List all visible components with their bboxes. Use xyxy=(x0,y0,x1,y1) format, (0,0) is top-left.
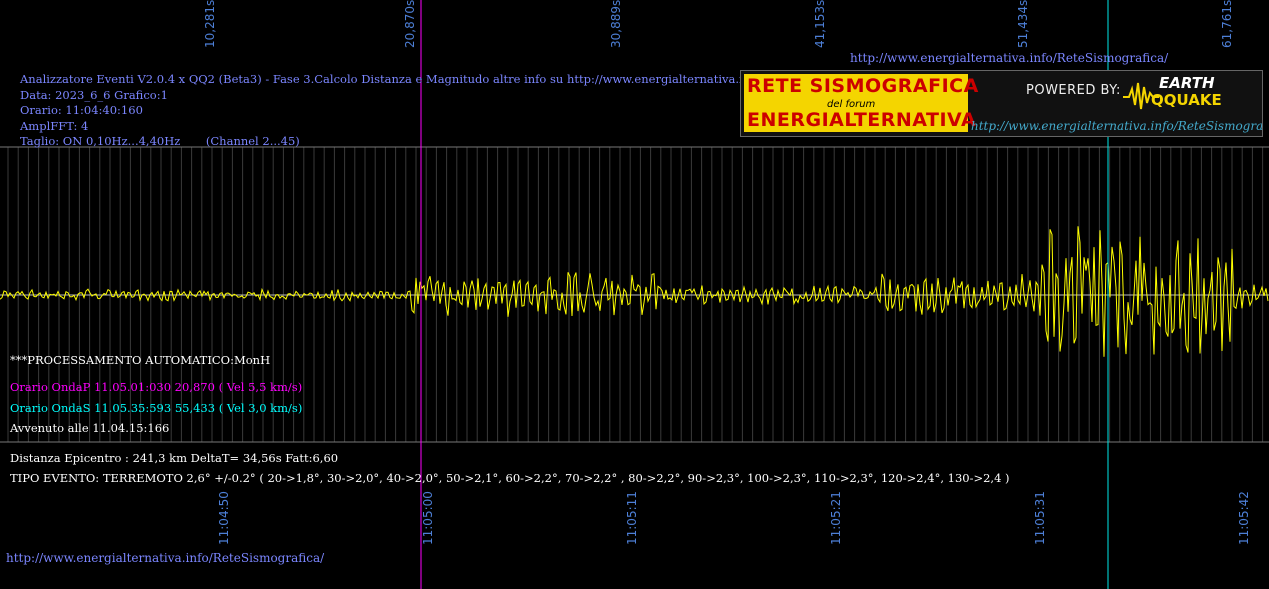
rete-sismografica-logo: RETE SISMOGRAFICA del forum ENERGIALTERN… xyxy=(740,70,1263,137)
logo-forum-name: ENERGIALTERNATIVA xyxy=(747,109,977,131)
bottom-axis-label: 11:05:00 xyxy=(421,491,435,545)
top-axis-label: 41,153s xyxy=(813,0,827,48)
bottom-axis-label: 11:05:11 xyxy=(625,491,639,545)
info-time: Orario: 11:04:40:160 xyxy=(20,103,143,117)
processing-title: ***PROCESSAMENTO AUTOMATICO:MonH xyxy=(10,353,271,367)
event-type: TIPO EVENTO: TERREMOTO 2,6° +/-0.2° ( 20… xyxy=(10,471,1010,485)
info-date: Data: 2023_6_6 Grafico:1 xyxy=(20,87,168,102)
top-axis-label: 30,889s xyxy=(609,0,623,48)
app-title: Analizzatore Eventi V2.0.4 x QQ2 (Beta3)… xyxy=(20,72,821,86)
epicenter-distance: Distanza Epicentro : 241,3 km DeltaT= 34… xyxy=(10,451,339,465)
powered-by-label: POWERED BY: xyxy=(1026,83,1121,98)
bottom-axis-label: 11:05:42 xyxy=(1237,491,1251,545)
top-axis-label: 51,434s xyxy=(1016,0,1030,48)
logo-brand-quake: QQUAKE xyxy=(1151,91,1222,109)
bottom-axis-label: 11:05:31 xyxy=(1033,491,1047,545)
bottom-axis-label: 11:04:50 xyxy=(217,491,231,545)
logo-brand-earth: EARTH xyxy=(1159,74,1215,92)
logo-title: RETE SISMOGRAFICA xyxy=(747,75,979,97)
top-axis-label: 10,281s xyxy=(203,0,217,48)
top-axis-label: 20,870s xyxy=(403,0,417,48)
footer-url[interactable]: http://www.energialternativa.info/ReteSi… xyxy=(6,551,324,565)
logo-url[interactable]: http://www.energialternativa.info/ReteSi… xyxy=(971,119,1262,133)
p-wave-time: Orario OndaP 11.05.01:030 20,870 ( Vel 5… xyxy=(10,380,303,394)
info-amplfft: AmplFFT: 4 xyxy=(20,118,89,133)
event-occurred-time: Avvenuto alle 11.04.15:166 xyxy=(10,421,170,435)
top-url[interactable]: http://www.energialternativa.info/ReteSi… xyxy=(850,51,1168,65)
seismic-trace xyxy=(0,226,1269,357)
bottom-axis-label: 11:05:21 xyxy=(829,491,843,545)
info-block: Analizzatore Eventi V2.0.4 x QQ2 (Beta3)… xyxy=(20,72,820,150)
info-filter: Taglio: ON 0,10Hz...4,40Hz (Channel 2...… xyxy=(20,134,300,148)
top-axis-label: 61,761s xyxy=(1220,0,1234,48)
s-wave-time: Orario OndaS 11.05.35:593 55,433 ( Vel 3… xyxy=(10,401,303,415)
